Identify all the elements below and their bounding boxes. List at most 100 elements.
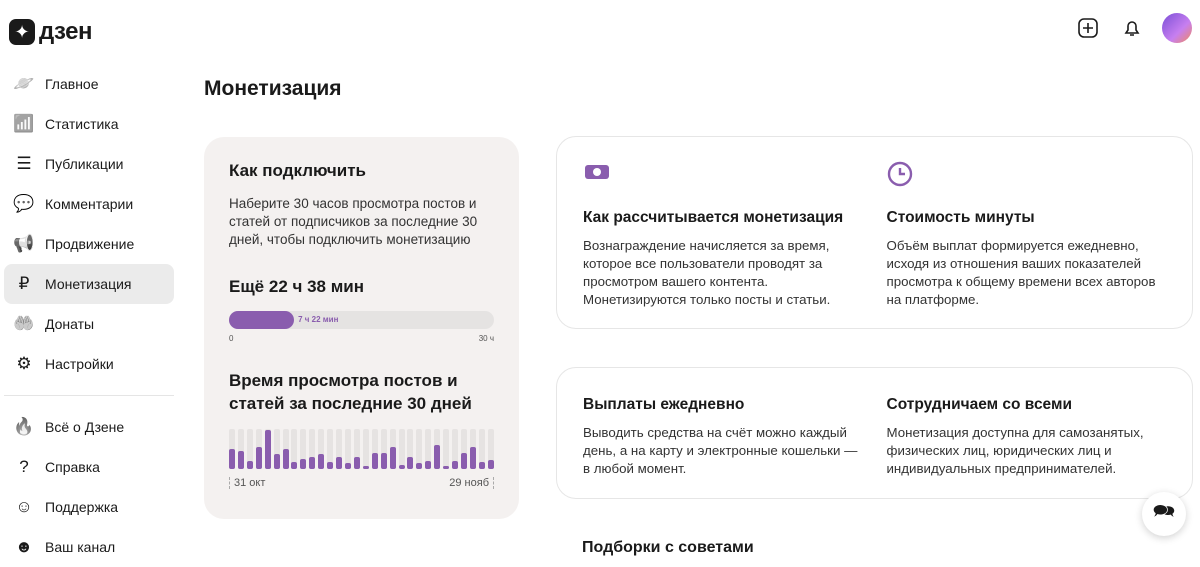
sidebar-item-label: Продвижение: [45, 236, 135, 252]
bar-track: [273, 429, 280, 469]
sidebar-item-label: Публикации: [45, 156, 124, 172]
bar-track: [362, 429, 369, 469]
sidebar-item[interactable]: ☰ Публикации: [4, 144, 174, 184]
chat-button[interactable]: 🗪: [1142, 492, 1186, 536]
bar: [246, 460, 253, 469]
sidebar-item-label: Ваш канал: [45, 539, 116, 555]
bar-track: [443, 429, 450, 469]
chat-icon: ☺: [15, 497, 33, 516]
megaphone-icon: 📢: [13, 234, 35, 253]
divider: [4, 395, 174, 396]
watch-time-chart: [229, 429, 494, 469]
plus-icon: [1078, 18, 1098, 38]
sidebar-item[interactable]: ⚙ Настройки: [4, 344, 174, 384]
bar: [425, 460, 432, 469]
bar: [237, 450, 244, 469]
page-title: Монетизация: [204, 77, 342, 100]
bar-track: [336, 429, 343, 469]
chart-title: Время просмотра постов и статей за после…: [229, 371, 472, 413]
logo-text: дзен: [39, 18, 92, 45]
sidebar-item-label: Справка: [45, 459, 100, 475]
sidebar-nav: 🪐 Главное 📶 Статистика ☰ Публикации 💬 Комментар…: [4, 64, 174, 567]
sidebar-item[interactable]: ₽ Монетизация: [4, 264, 174, 304]
progress-bar: 7 ч 22 мин: [229, 311, 494, 329]
connect-card: Как подключить Наберите 30 часов просмот…: [204, 137, 519, 519]
bar-track: [318, 429, 325, 469]
date-end: 29 нояб: [449, 477, 489, 489]
info-title: Как рассчитывается монетизация: [583, 209, 844, 226]
bar-track: [353, 429, 360, 469]
bar: [371, 453, 378, 469]
sidebar-item[interactable]: 🪐 Главное: [4, 64, 174, 104]
connect-text: Наберите 30 часов просмотра постов и ста…: [229, 196, 478, 247]
logo[interactable]: ✦ дзен: [9, 18, 92, 46]
clock-icon: [887, 161, 1167, 187]
progress-label: 7 ч 22 мин: [298, 315, 339, 324]
stack-icon: ☰: [16, 154, 32, 173]
sidebar-item-label: Статистика: [45, 116, 119, 132]
sidebar-item[interactable]: 📢 Продвижение: [4, 224, 174, 264]
bar-track: [380, 429, 387, 469]
sidebar-item[interactable]: ☺ Поддержка: [4, 487, 174, 527]
bar-track: [460, 429, 467, 469]
bar: [344, 463, 351, 469]
bar: [487, 459, 494, 469]
sidebar-item[interactable]: ☻ Ваш канал: [4, 527, 174, 567]
bar: [407, 456, 414, 469]
planet-icon: 🪐: [13, 74, 35, 93]
bar-track: [425, 429, 432, 469]
help-icon: ?: [19, 457, 29, 476]
bar: [336, 456, 343, 469]
bar: [434, 444, 441, 469]
info-title: Выплаты ежедневно: [583, 396, 745, 413]
remaining-time: Ещё 22 ч 38 мин: [229, 277, 365, 296]
sidebar-item-label: Главное: [45, 76, 99, 92]
create-button[interactable]: [1074, 14, 1102, 42]
bar-track: [344, 429, 351, 469]
bar-track: [237, 429, 244, 469]
connect-title: Как подключить: [229, 161, 366, 180]
sidebar-item[interactable]: 💬 Комментарии: [4, 184, 174, 224]
avatar[interactable]: [1162, 13, 1192, 43]
bar: [469, 447, 476, 469]
bar-chart-icon: 📶: [13, 114, 35, 133]
bar: [255, 447, 262, 469]
bar-track: [478, 429, 485, 469]
flame-icon: 🔥: [13, 417, 35, 436]
sidebar-item[interactable]: 🔥 Всё о Дзене: [4, 407, 174, 447]
bar: [478, 461, 485, 469]
notifications-button[interactable]: [1118, 14, 1146, 42]
comment-icon: 💬: [13, 194, 35, 213]
sidebar-item[interactable]: 🤲 Донаты: [4, 304, 174, 344]
sidebar-item-label: Всё о Дзене: [45, 419, 125, 435]
bar-track: [389, 429, 396, 469]
bar-track: [291, 429, 298, 469]
sidebar-item-label: Монетизация: [45, 276, 132, 292]
sidebar-item-label: Донаты: [45, 316, 95, 332]
info-text: Монетизация доступна для самозанятых, фи…: [886, 425, 1144, 476]
date-start: 31 окт: [234, 477, 266, 489]
bar: [300, 459, 307, 469]
bar: [398, 464, 405, 469]
bar-track: [229, 429, 235, 469]
info-card-top: Как рассчитывается монетизация Вознагражд…: [556, 136, 1193, 329]
bar: [460, 453, 467, 469]
sidebar-item[interactable]: ? Справка: [4, 447, 174, 487]
info-text: Вознаграждение начисляется за время, кот…: [583, 238, 831, 307]
bar-track: [452, 429, 459, 469]
channel-icon: ☻: [15, 537, 33, 556]
axis-min: 0: [229, 334, 234, 343]
sidebar-item-label: Комментарии: [45, 196, 134, 212]
bar-track: [398, 429, 405, 469]
bar: [229, 449, 235, 469]
info-title: Стоимость минуты: [886, 209, 1035, 226]
sidebar-item-label: Поддержка: [45, 499, 119, 515]
money-icon: [583, 161, 863, 187]
axis-max: 30 ч: [478, 334, 494, 343]
bar: [318, 453, 325, 469]
sidebar-item[interactable]: 📶 Статистика: [4, 104, 174, 144]
info-title: Сотрудничаем со всеми: [886, 396, 1072, 413]
bar: [291, 461, 298, 469]
bar: [362, 466, 369, 469]
progress-fill: [229, 311, 295, 329]
